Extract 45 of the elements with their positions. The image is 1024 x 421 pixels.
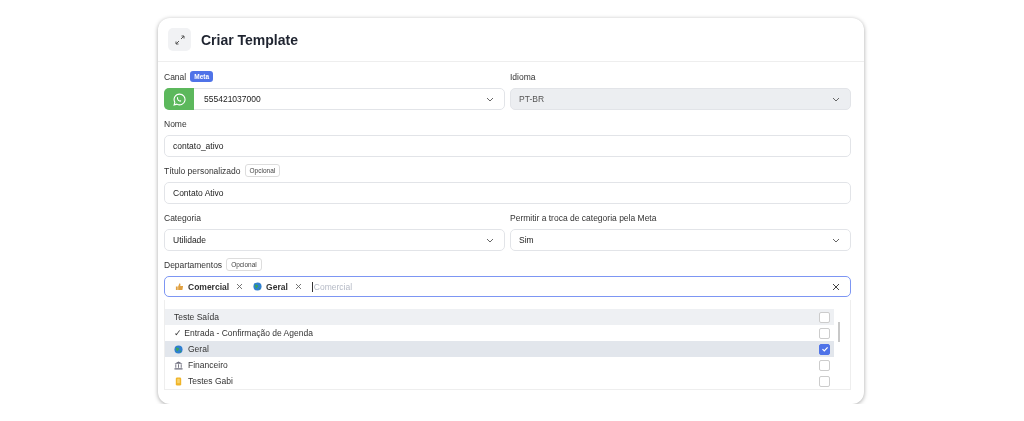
medal-icon	[174, 376, 183, 386]
clear-icon[interactable]	[832, 282, 840, 291]
input-field[interactable]: Contato Ativo	[164, 182, 851, 204]
department-option[interactable]: Teste Saída	[165, 309, 834, 325]
field-label: Departamentos	[164, 259, 223, 270]
scrollbar-thumb[interactable]	[838, 322, 840, 342]
department-option[interactable]: Financeiro	[165, 357, 834, 373]
chevron-down-icon	[486, 96, 494, 102]
remove-tag-icon[interactable]	[294, 283, 302, 290]
checkbox[interactable]	[819, 311, 830, 323]
globe-icon	[174, 344, 183, 354]
field-label: Título personalizado	[164, 165, 241, 176]
globe-icon	[253, 282, 263, 291]
field-label: Permitir a troca de categoria pela Meta	[510, 212, 657, 223]
multi-select-field[interactable]: Comercial Geral Comercial	[164, 276, 851, 297]
expand-icon	[174, 34, 185, 45]
chevron-down-icon	[486, 237, 494, 243]
checkbox[interactable]	[819, 327, 830, 339]
check-icon	[820, 345, 829, 353]
field-label: Canal	[164, 71, 187, 82]
tag-label: Geral	[266, 281, 288, 292]
department-option[interactable]: ✓ Entrada - Confirmação de Agenda	[165, 325, 834, 341]
select-field[interactable]: Utilidade	[164, 229, 505, 251]
search-input[interactable]: Comercial	[311, 281, 822, 292]
whatsapp-button[interactable]	[164, 88, 194, 110]
checkbox[interactable]	[819, 359, 830, 371]
select-field[interactable]: Sim	[510, 229, 851, 251]
channel-select[interactable]: 555421037000	[164, 88, 505, 110]
field-label: Nome	[164, 118, 187, 129]
chevron-down-icon	[832, 237, 840, 243]
remove-tag-icon[interactable]	[236, 283, 244, 290]
checkbox[interactable]	[819, 375, 830, 387]
dialog-title: Criar Template	[201, 31, 298, 48]
checkbox[interactable]	[819, 343, 830, 355]
department-option[interactable]: Testes Gabi	[165, 373, 834, 389]
tag-label: Comercial	[188, 281, 230, 292]
thumbs-up-icon	[175, 282, 184, 291]
whatsapp-icon	[172, 92, 186, 106]
field-label: Categoria	[164, 212, 201, 223]
bank-icon	[174, 360, 183, 370]
input-field[interactable]: contato_ativo	[164, 135, 851, 157]
field-label: Idioma	[510, 71, 536, 82]
chevron-down-icon	[832, 96, 840, 102]
department-option[interactable]: Geral	[165, 341, 834, 357]
expand-button[interactable]	[168, 28, 191, 51]
